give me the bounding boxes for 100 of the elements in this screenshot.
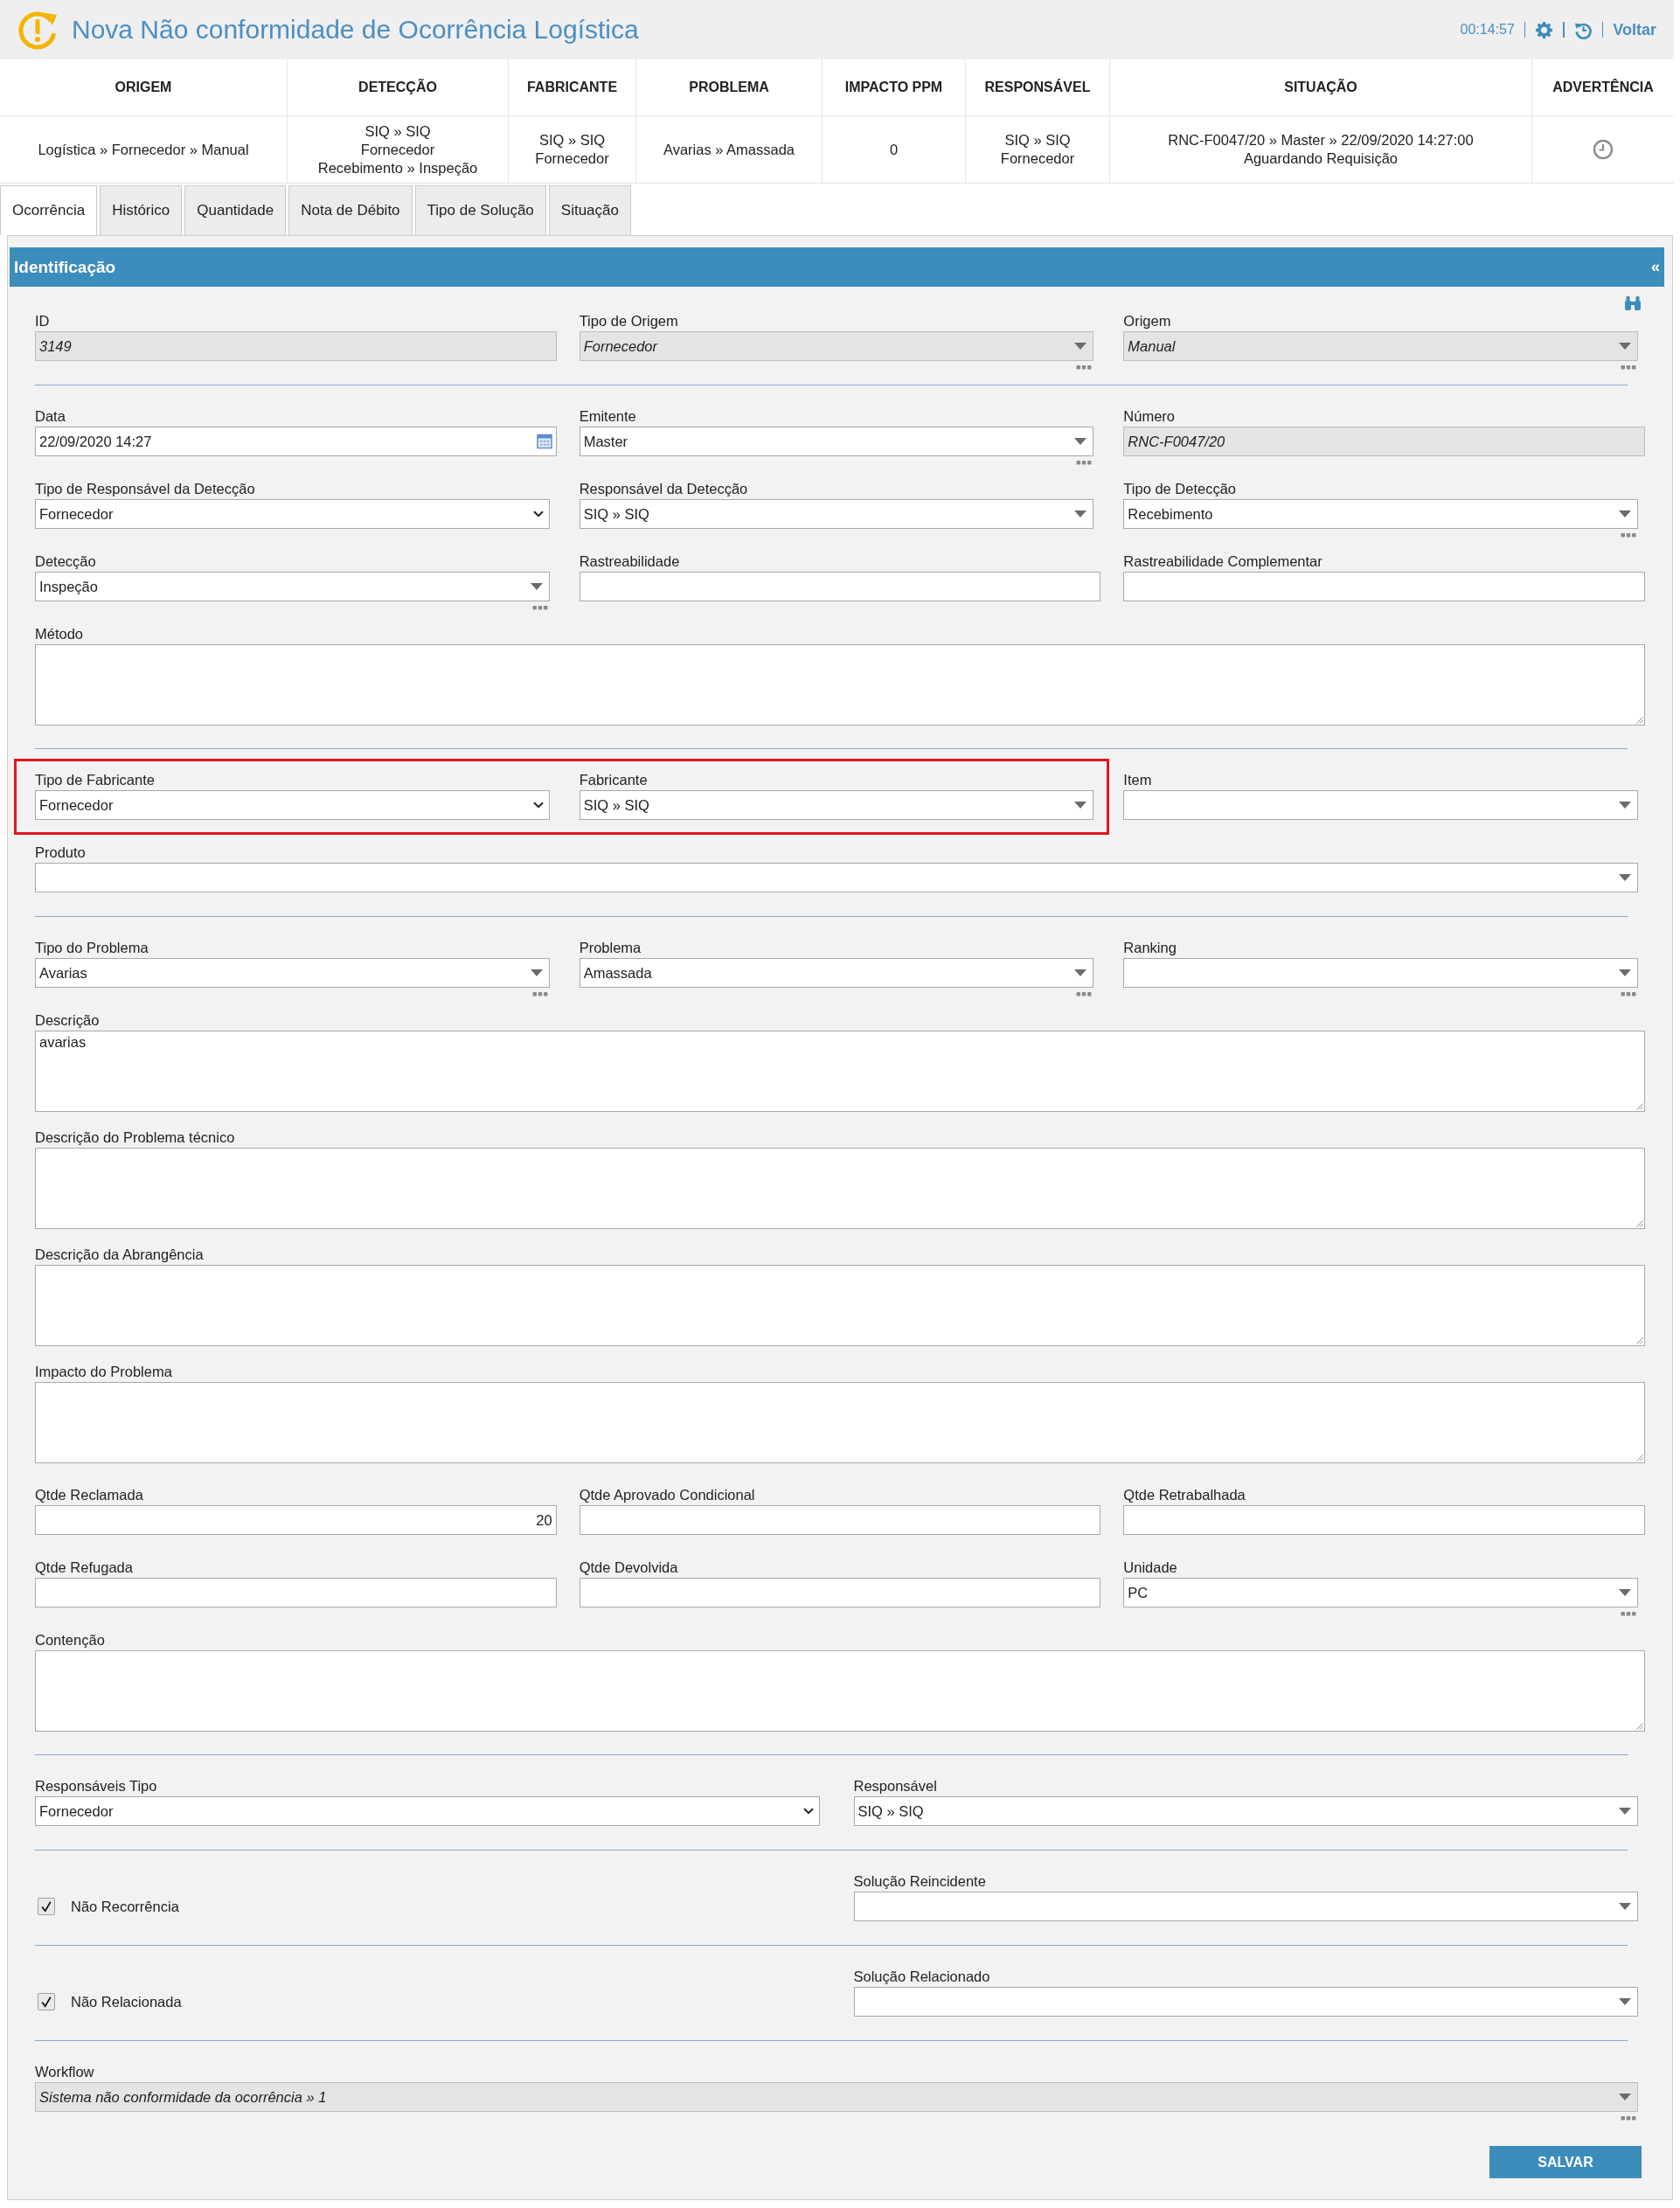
column-header: ORIGEM [0,59,288,116]
column-header: PROBLEMA [636,59,823,116]
dropdown-triangle-icon [1074,969,1087,976]
dropdown-field[interactable]: Amassada [579,958,1094,988]
dropdown-field[interactable]: Inspeção [35,572,550,601]
resize-grip-icon[interactable] [1635,1721,1643,1730]
checkbox[interactable] [38,1993,55,2010]
binoculars-icon[interactable] [1624,295,1642,311]
more-options-icon[interactable] [1076,365,1093,370]
field-label: Solução Reincidente [853,1872,986,1890]
field-label: Qtde Devolvida [579,1559,678,1576]
field-label: Data [35,407,66,425]
dropdown-field[interactable] [853,1987,1638,2017]
section-title: Identificação [14,257,116,277]
field-label: Qtde Refugada [35,1559,133,1576]
dropdown-field[interactable] [853,1892,1638,1921]
dropdown-field[interactable]: PC [1123,1578,1638,1607]
dropdown-field[interactable]: SIQ » SIQ [579,790,1094,820]
dropdown-field[interactable] [1123,790,1638,820]
text-area[interactable] [35,644,1645,726]
column-header: ADVERTÊNCIA [1532,59,1674,116]
field-label: Qtde Reclamada [35,1486,143,1503]
resize-grip-icon[interactable] [1635,1219,1643,1227]
field-label: Workflow [35,2063,94,2080]
text-field[interactable] [579,1578,1101,1607]
more-options-icon[interactable] [531,991,548,996]
more-options-icon[interactable] [1621,532,1636,538]
dropdown-field[interactable]: SIQ » SIQ [579,499,1094,529]
table-cell: SIQ » SIQ Fornecedor Recebimento » Inspeção [288,116,509,183]
tab[interactable]: Nota de Débito [288,185,413,235]
more-options-icon[interactable] [531,605,548,610]
text-field[interactable] [579,572,1101,601]
column-header: IMPACTO PPM [823,59,966,116]
more-options-icon[interactable] [1076,991,1093,996]
text-area[interactable]: avarias [35,1031,1645,1112]
dropdown-triangle-icon [1074,802,1087,809]
field-label: Responsável [853,1777,937,1795]
field-label: Contenção [35,1631,105,1649]
table-cell: RNC-F0047/20 » Master » 22/09/2020 14:27:00 Aguardando Requisição [1110,116,1532,183]
table-cell: SIQ » SIQ Fornecedor [966,116,1110,183]
dropdown-field[interactable]: Sistema não conformidade da ocorrência » 1 [35,2082,1638,2112]
save-button[interactable]: SALVAR [1489,2146,1642,2178]
dropdown-triangle-icon [1074,343,1087,350]
chevron-down-icon [802,1808,814,1815]
tab[interactable]: Histórico [100,185,183,235]
dropdown-triangle-icon [1074,510,1087,517]
tab[interactable]: Situação [548,185,631,235]
tab[interactable]: Quantidade [184,185,287,235]
dropdown-field[interactable]: SIQ » SIQ [853,1796,1638,1826]
calendar-icon[interactable] [536,434,552,449]
more-options-icon[interactable] [1076,460,1093,465]
dropdown-field[interactable]: Recebimento [1123,499,1638,529]
text-area[interactable] [35,1382,1645,1463]
text-field[interactable] [579,1505,1101,1535]
text-area[interactable] [35,1650,1645,1732]
resize-grip-icon[interactable] [1635,1453,1643,1462]
dropdown-field[interactable] [35,863,1638,892]
checkmark-icon [40,1900,52,1913]
text-area[interactable] [35,1265,1645,1346]
more-options-icon[interactable] [1621,991,1636,996]
field-label: Tipo de Detecção [1123,480,1237,497]
more-options-icon[interactable] [1621,1611,1636,1616]
text-field[interactable] [1123,572,1645,601]
field-label: Problema [579,939,642,956]
resize-grip-icon[interactable] [1635,1101,1643,1110]
dropdown-field[interactable]: Fornecedor [35,499,550,529]
tab[interactable]: Tipo de Solução [414,185,546,235]
resize-grip-icon[interactable] [1635,715,1643,724]
chevron-down-icon [532,802,544,809]
dropdown-triangle-icon [1619,1589,1631,1596]
field-label: Tipo de Responsável da Detecção [35,480,255,497]
tab[interactable]: Ocorrência [0,185,98,235]
collapse-button[interactable]: « [1651,258,1660,276]
more-options-icon[interactable] [1621,2115,1636,2121]
text-field[interactable] [1123,1505,1645,1535]
field-label: Solução Relacionado [853,1968,990,1985]
dropdown-field[interactable]: Fornecedor [579,331,1094,361]
checkbox-label: Não Recorrência [71,1898,179,1915]
number-field[interactable]: 20 [35,1505,557,1535]
dropdown-field[interactable]: Fornecedor [35,790,550,820]
text-field[interactable]: RNC-F0047/20 [1123,427,1645,456]
field-label: Item [1123,771,1152,788]
dropdown-field[interactable] [1123,958,1638,988]
resize-grip-icon[interactable] [1635,1336,1643,1344]
dropdown-field[interactable]: Manual [1123,331,1638,361]
settings-icon[interactable] [1535,20,1554,39]
table-cell: 0 [823,116,966,183]
dropdown-field[interactable]: Master [579,427,1094,456]
dropdown-triangle-icon [1619,802,1631,809]
text-field[interactable]: 3149 [35,331,557,361]
text-field[interactable] [35,1578,557,1607]
dropdown-triangle-icon [1619,1903,1631,1910]
dropdown-field[interactable]: Fornecedor [35,1796,820,1826]
date-field[interactable]: 22/09/2020 14:27 [35,427,557,456]
dropdown-field[interactable]: Avarias [35,958,550,988]
more-options-icon[interactable] [1621,365,1636,370]
checkbox[interactable] [38,1898,55,1915]
text-area[interactable] [35,1148,1645,1229]
field-label: Rastreabilidade [579,552,680,570]
field-label: Ranking [1123,939,1177,956]
